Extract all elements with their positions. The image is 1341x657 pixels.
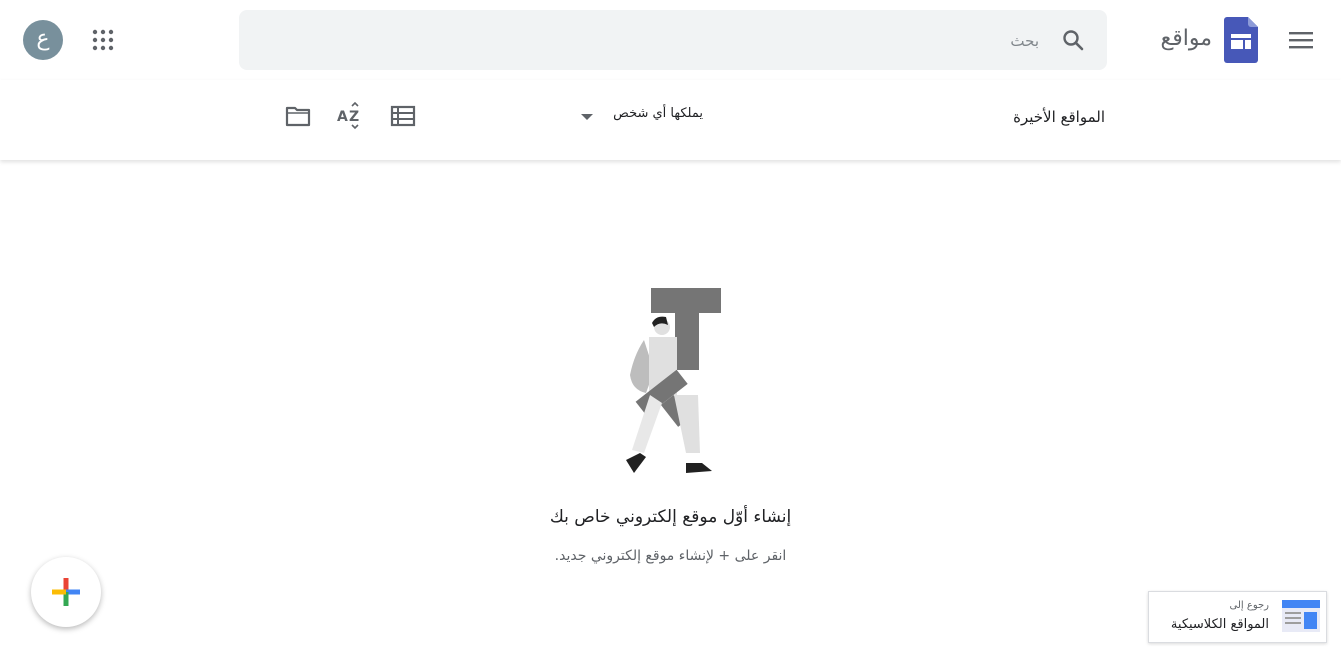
account-avatar[interactable]: ع xyxy=(23,20,63,60)
svg-text:A: A xyxy=(337,109,348,125)
top-app-bar: مواقع ع xyxy=(0,0,1341,80)
create-site-button[interactable] xyxy=(31,557,101,627)
search-icon[interactable] xyxy=(1061,28,1085,52)
menu-icon xyxy=(1289,32,1313,49)
classic-sites-link[interactable]: رجوع إلى المواقع الكلاسيكية xyxy=(1148,591,1327,643)
empty-state-title: إنشاء أوّل موقع إلكتروني خاص بك xyxy=(549,507,792,527)
dropdown-caret-icon xyxy=(581,114,593,120)
folder-icon xyxy=(285,106,311,127)
svg-text:Z: Z xyxy=(349,109,359,125)
search-bar[interactable] xyxy=(239,10,1107,70)
search-input[interactable] xyxy=(277,24,1041,58)
main-menu-button[interactable] xyxy=(1283,24,1319,56)
classic-sites-icon xyxy=(1282,600,1320,632)
sort-button[interactable]: A Z xyxy=(336,101,364,130)
list-view-button[interactable] xyxy=(389,102,417,130)
apps-grid-icon xyxy=(92,29,114,51)
google-apps-button[interactable] xyxy=(91,28,115,52)
empty-state-subtitle: انقر على + لإنشاء موقع إلكتروني جديد. xyxy=(554,548,787,564)
app-name: مواقع xyxy=(1160,26,1213,51)
owner-filter-label: يملكها أي شخص xyxy=(613,106,703,121)
folder-view-button[interactable] xyxy=(284,102,312,130)
classic-link-label: المواقع الكلاسيكية xyxy=(1170,617,1269,632)
sort-az-icon: A Z xyxy=(337,101,359,130)
sites-toolbar: المواقع الأخيرة يملكها أي شخص A Z xyxy=(0,80,1341,160)
list-view-icon xyxy=(390,105,416,127)
empty-state-illustration xyxy=(612,285,727,484)
plus-icon xyxy=(52,578,80,606)
classic-link-caption: رجوع إلى xyxy=(1229,600,1269,611)
recent-sites-label: المواقع الأخيرة xyxy=(1013,108,1105,126)
sites-logo-icon[interactable] xyxy=(1224,17,1258,67)
owner-filter-dropdown[interactable]: يملكها أي شخص xyxy=(578,106,703,128)
